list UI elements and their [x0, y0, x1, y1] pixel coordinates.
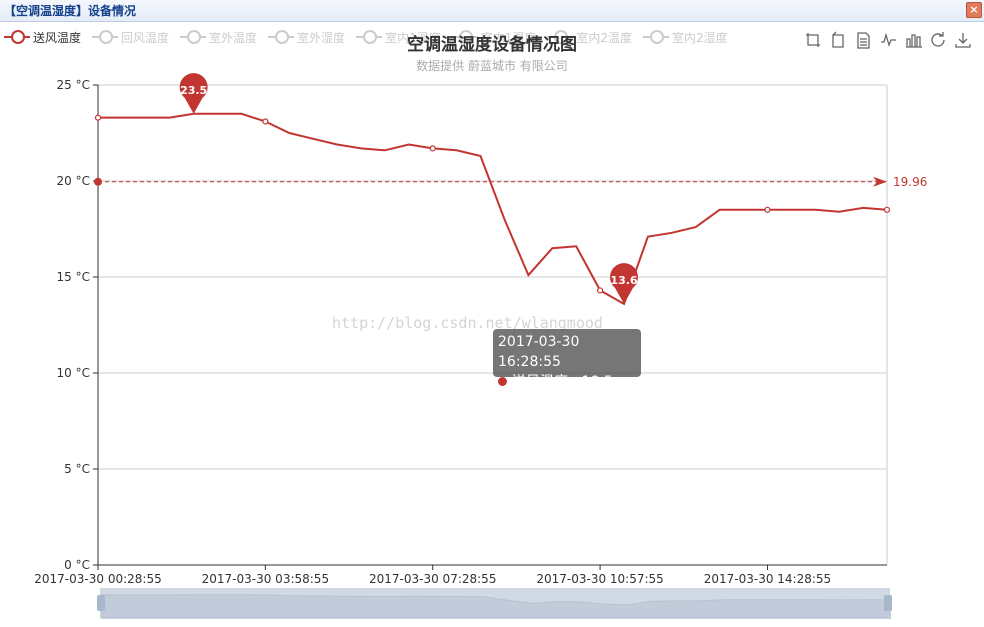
- y-tick-label: 10 °C: [57, 366, 90, 380]
- x-tick-label: 2017-03-30 10:57:55: [536, 572, 663, 586]
- y-tick-label: 20 °C: [57, 174, 90, 188]
- average-line-start: [94, 177, 102, 186]
- line-chart: 0 °C 5 °C 10 °C 15 °C 20 °C 25 °C 2017-03-30 0…: [34, 73, 927, 586]
- data-point[interactable]: [883, 206, 891, 213]
- average-line-label: 19.96: [893, 175, 927, 189]
- y-tick-label: 25 °C: [57, 78, 90, 92]
- data-zoom-preview: [101, 594, 891, 619]
- mark-point-pin: 23.5: [179, 73, 208, 114]
- y-tick-label: 15 °C: [57, 270, 90, 284]
- x-tick-label: 2017-03-30 07:28:55: [369, 572, 496, 586]
- x-tick-label: 2017-03-30 03:58:55: [202, 572, 329, 586]
- data-point[interactable]: [94, 114, 102, 121]
- data-zoom-right-handle[interactable]: [884, 595, 892, 611]
- data-zoom-left-handle[interactable]: [97, 595, 105, 611]
- data-point[interactable]: [764, 206, 771, 213]
- y-tick-label: 0 °C: [64, 558, 90, 572]
- data-point[interactable]: [262, 118, 269, 125]
- data-point[interactable]: [429, 145, 436, 152]
- mark-point-label: 23.5: [180, 84, 207, 97]
- data-point[interactable]: [596, 287, 604, 294]
- data-zoom-slider[interactable]: [97, 588, 892, 619]
- data-zoom-shadow-area: [101, 594, 891, 619]
- x-tick-label: 2017-03-30 14:28:55: [704, 572, 831, 586]
- x-tick-label: 2017-03-30 00:28:55: [34, 572, 161, 586]
- mark-point-label: 13.6: [610, 274, 637, 287]
- y-tick-label: 5 °C: [64, 462, 90, 476]
